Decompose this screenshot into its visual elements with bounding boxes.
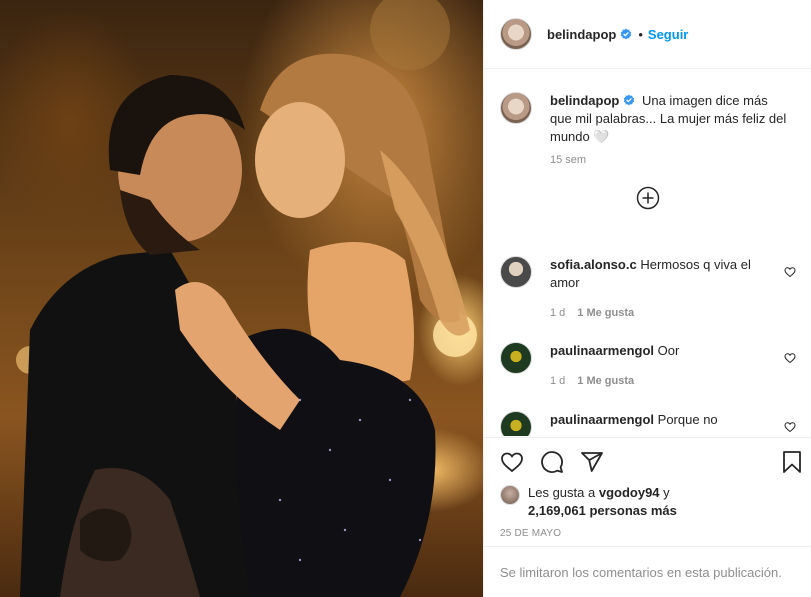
comment-username[interactable]: paulinaarmengol xyxy=(550,343,654,358)
author-username[interactable]: belindapop xyxy=(547,27,616,42)
comment-item: paulinaarmengol Porque no xyxy=(500,411,796,436)
caption-text-block: belindapop Una imagen dice más que mil p… xyxy=(550,92,790,146)
comment-body: sofia.alonso.c Hermosos q viva el amor 1… xyxy=(550,256,776,322)
caption-username[interactable]: belindapop xyxy=(550,93,619,108)
comment-body: paulinaarmengol Porque no xyxy=(550,411,776,436)
comment-item: paulinaarmengol Oor 1 d 1 Me gusta xyxy=(500,342,796,390)
heart-icon[interactable] xyxy=(784,266,796,278)
author-avatar[interactable] xyxy=(500,18,532,50)
comment-likes[interactable]: 1 Me gusta xyxy=(577,375,634,387)
comment-icon[interactable] xyxy=(540,450,564,474)
comment-body: paulinaarmengol Oor 1 d 1 Me gusta xyxy=(550,342,776,390)
post-details-panel: belindapop • Seguir belindapop Una image… xyxy=(483,0,811,597)
comment-likes[interactable]: 1 Me gusta xyxy=(577,307,634,319)
comment-username[interactable]: paulinaarmengol xyxy=(550,412,654,427)
caption: belindapop Una imagen dice más que mil p… xyxy=(484,70,811,146)
comment-username[interactable]: sofia.alonso.c xyxy=(550,257,637,272)
post-date[interactable]: 25 DE MAYO xyxy=(500,528,561,539)
commenter-avatar[interactable] xyxy=(500,342,532,374)
load-more-comments[interactable] xyxy=(484,186,811,210)
commenter-avatar[interactable] xyxy=(500,256,532,288)
comments-list[interactable]: belindapop Una imagen dice más que mil p… xyxy=(484,70,811,436)
share-icon[interactable] xyxy=(580,450,604,474)
photo-illustration xyxy=(16,0,477,597)
comment-item: sofia.alonso.c Hermosos q viva el amor 1… xyxy=(500,256,796,322)
follow-button[interactable]: Seguir xyxy=(648,27,688,42)
post-actions: Les gusta a vgodoy94 y 2,169,061 persona… xyxy=(484,437,811,547)
post-header: belindapop • Seguir xyxy=(484,0,811,69)
commenter-avatar[interactable] xyxy=(500,411,532,436)
bookmark-icon[interactable] xyxy=(780,450,804,474)
comment-text: Oor xyxy=(657,343,680,358)
heart-icon[interactable] xyxy=(784,421,796,433)
comment-meta: 1 d 1 Me gusta xyxy=(550,304,776,322)
verified-badge-icon xyxy=(621,28,632,40)
comments-limited-notice: Se limitaron los comentarios en esta pub… xyxy=(484,546,811,597)
add-circle-icon[interactable] xyxy=(636,186,660,210)
caption-time[interactable]: 15 sem xyxy=(484,154,811,166)
comment-time[interactable]: 1 d xyxy=(550,307,565,319)
likes-summary: Les gusta a vgodoy94 y 2,169,061 persona… xyxy=(500,484,677,520)
liker-avatar[interactable] xyxy=(500,485,520,505)
heart-icon[interactable] xyxy=(784,352,796,364)
liker-username[interactable]: vgodoy94 xyxy=(599,485,660,500)
likes-text: Les gusta a vgodoy94 y 2,169,061 persona… xyxy=(528,484,677,520)
likes-prefix: Les gusta a xyxy=(528,485,596,500)
separator-dot: • xyxy=(638,26,643,42)
comment-time[interactable]: 1 d xyxy=(550,375,565,387)
likes-count[interactable]: 2,169,061 personas más xyxy=(528,503,677,518)
comment-meta: 1 d 1 Me gusta xyxy=(550,372,776,390)
caption-avatar[interactable] xyxy=(500,92,532,124)
heart-icon[interactable] xyxy=(500,450,524,474)
comment-text: Porque no xyxy=(657,412,718,427)
likes-and: y xyxy=(663,485,670,500)
verified-badge-icon xyxy=(624,94,635,106)
post-photo[interactable] xyxy=(0,0,483,597)
